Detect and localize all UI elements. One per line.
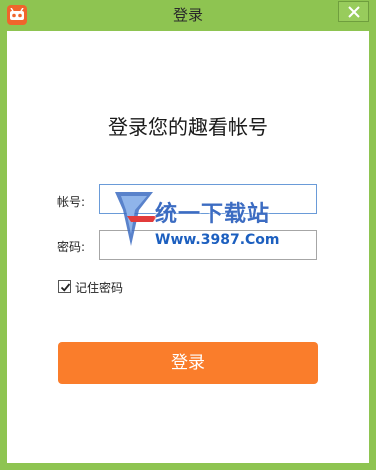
close-button[interactable] (338, 1, 369, 22)
password-input[interactable] (99, 230, 317, 260)
checkmark-icon (60, 283, 71, 292)
page-title: 登录您的趣看帐号 (108, 115, 268, 139)
window-title: 登录 (172, 6, 203, 24)
login-panel: 登录您的趣看帐号 帐号: 密码: 记住密码 登录 (7, 31, 369, 463)
account-input[interactable] (99, 184, 317, 214)
login-window: 登录 登录您的趣看帐号 帐号: 密码: 记住密码 登录 统一下载站 Www.39… (0, 0, 376, 470)
close-icon (348, 6, 360, 18)
account-label: 帐号: (57, 195, 86, 209)
remember-checkbox[interactable] (58, 280, 71, 293)
password-label: 密码: (57, 240, 86, 254)
title-bar[interactable]: 登录 (0, 0, 376, 31)
remember-label: 记住密码 (75, 281, 124, 295)
login-button[interactable]: 登录 (58, 342, 318, 384)
